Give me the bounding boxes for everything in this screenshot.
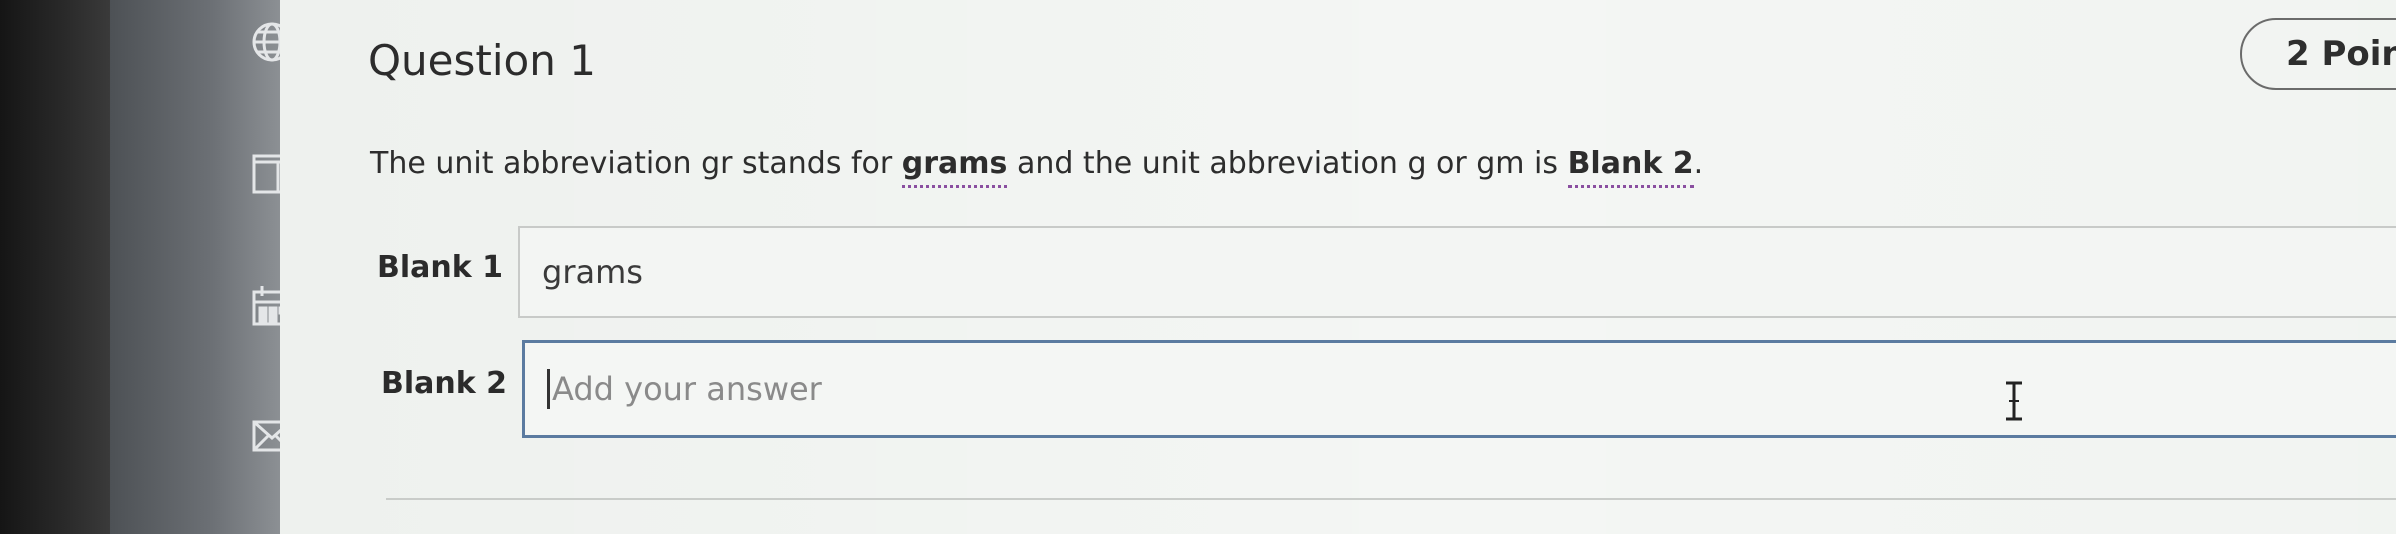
points-badge: 2 Point [2240, 18, 2396, 90]
question-title: Question 1 [368, 36, 596, 85]
app-rail [110, 0, 292, 534]
prompt-bold-blank2: Blank 2 [1567, 146, 1694, 188]
prompt-bold-grams: grams [901, 146, 1008, 188]
blank-1-input[interactable]: grams [518, 226, 2396, 318]
blank-1-value: grams [542, 253, 643, 291]
section-divider [386, 498, 2396, 500]
ibeam-cursor-icon [2006, 381, 2022, 421]
screen-bezel [0, 0, 110, 534]
prompt-text-middle: and the unit abbreviation g or gm is [1007, 146, 1568, 181]
blank-2-input[interactable]: Add your answer [522, 340, 2396, 438]
prompt-text-start: The unit abbreviation gr stands for [370, 146, 902, 181]
text-caret [547, 369, 550, 409]
question-prompt: The unit abbreviation gr stands for gram… [370, 146, 1704, 188]
blank-1-label: Blank 1 [377, 250, 504, 285]
blank-2-label: Blank 2 [381, 366, 508, 401]
blank-2-placeholder: Add your answer [552, 370, 822, 408]
prompt-text-end: . [1693, 146, 1704, 181]
screen-frame: Question 1 2 Point The unit abbreviation… [0, 0, 2396, 534]
